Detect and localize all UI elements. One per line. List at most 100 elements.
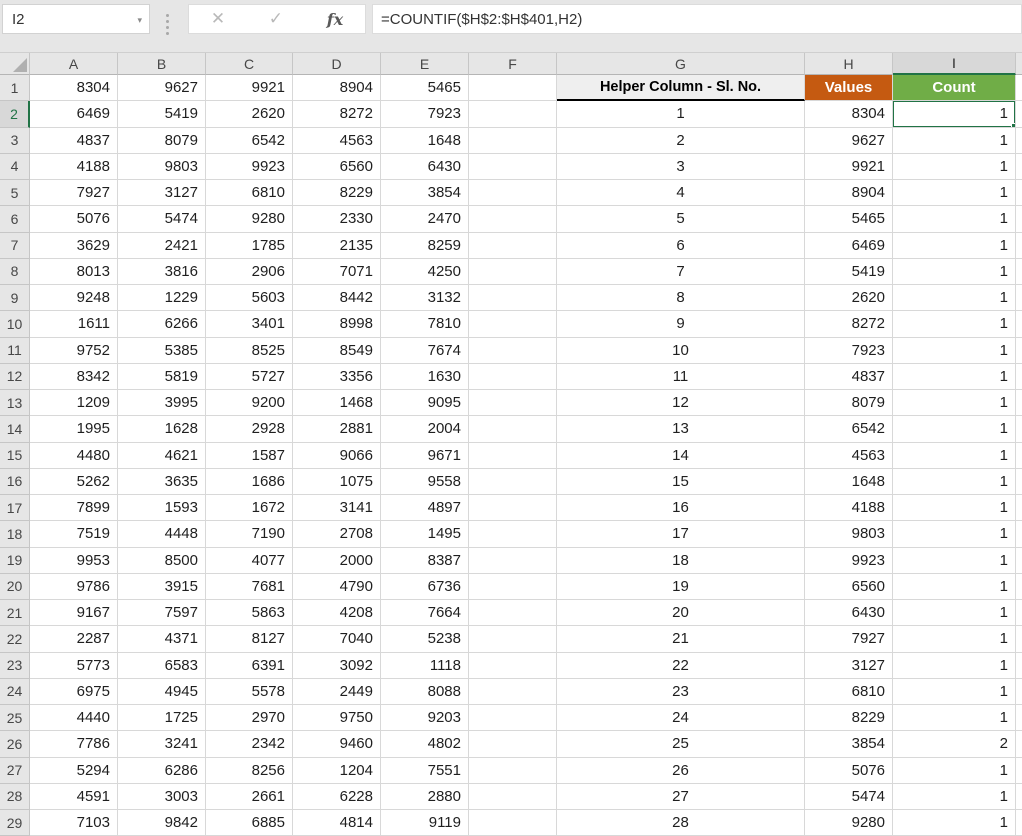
cell-D10[interactable]: 8998 bbox=[293, 311, 381, 338]
cell-D14[interactable]: 2881 bbox=[293, 416, 381, 443]
cancel-icon[interactable]: ✕ bbox=[211, 9, 225, 29]
cell-F12[interactable] bbox=[469, 363, 557, 390]
cell-I16[interactable]: 1 bbox=[893, 468, 1016, 495]
cell-H16[interactable]: 1648 bbox=[805, 468, 893, 495]
cell-F22[interactable] bbox=[469, 626, 557, 653]
cell-E12[interactable]: 1630 bbox=[381, 363, 469, 390]
col-header-H[interactable]: H bbox=[805, 53, 893, 75]
cell-A16[interactable]: 5262 bbox=[30, 468, 118, 495]
cell-G4[interactable]: 3 bbox=[557, 153, 805, 180]
cell-F28[interactable] bbox=[469, 783, 557, 810]
cell-B29[interactable]: 9842 bbox=[118, 810, 206, 836]
cell-G17[interactable]: 16 bbox=[557, 495, 805, 522]
cell-A24[interactable]: 6975 bbox=[30, 678, 118, 705]
cell-B16[interactable]: 3635 bbox=[118, 468, 206, 495]
cell-B22[interactable]: 4371 bbox=[118, 626, 206, 653]
cell-F10[interactable] bbox=[469, 311, 557, 338]
row-header-21[interactable]: 21 bbox=[0, 600, 30, 627]
cell-E27[interactable]: 7551 bbox=[381, 757, 469, 784]
cell-F20[interactable] bbox=[469, 573, 557, 600]
cell-I13[interactable]: 1 bbox=[893, 390, 1016, 417]
cell-H25[interactable]: 8229 bbox=[805, 705, 893, 732]
cell-D2[interactable]: 8272 bbox=[293, 101, 381, 128]
cell-I7[interactable]: 1 bbox=[893, 232, 1016, 259]
cell-H2[interactable]: 8304 bbox=[805, 101, 893, 128]
cell-E7[interactable]: 8259 bbox=[381, 232, 469, 259]
cell-G3[interactable]: 2 bbox=[557, 127, 805, 154]
row-header-24[interactable]: 24 bbox=[0, 678, 30, 705]
col-header-G[interactable]: G bbox=[557, 53, 805, 75]
cell-E24[interactable]: 8088 bbox=[381, 678, 469, 705]
cell-I19[interactable]: 1 bbox=[893, 547, 1016, 574]
row-header-1[interactable]: 1 bbox=[0, 75, 30, 102]
cell-H7[interactable]: 6469 bbox=[805, 232, 893, 259]
row-header-22[interactable]: 22 bbox=[0, 626, 30, 653]
cell-H24[interactable]: 6810 bbox=[805, 678, 893, 705]
cell-B23[interactable]: 6583 bbox=[118, 652, 206, 679]
cell-F29[interactable] bbox=[469, 810, 557, 836]
cell-A28[interactable]: 4591 bbox=[30, 783, 118, 810]
cell-A23[interactable]: 5773 bbox=[30, 652, 118, 679]
cell-F4[interactable] bbox=[469, 153, 557, 180]
cell-A5[interactable]: 7927 bbox=[30, 180, 118, 207]
cell-A13[interactable]: 1209 bbox=[30, 390, 118, 417]
cell-A22[interactable]: 2287 bbox=[30, 626, 118, 653]
cell-E25[interactable]: 9203 bbox=[381, 705, 469, 732]
cell-A6[interactable]: 5076 bbox=[30, 206, 118, 233]
cell-H27[interactable]: 5076 bbox=[805, 757, 893, 784]
cell-D17[interactable]: 3141 bbox=[293, 495, 381, 522]
cell-H22[interactable]: 7927 bbox=[805, 626, 893, 653]
enter-icon[interactable]: ✓ bbox=[269, 9, 283, 29]
cell-C1[interactable]: 9921 bbox=[206, 75, 293, 102]
cell-F19[interactable] bbox=[469, 547, 557, 574]
cell-E13[interactable]: 9095 bbox=[381, 390, 469, 417]
cell-H17[interactable]: 4188 bbox=[805, 495, 893, 522]
col-header-I[interactable]: I bbox=[893, 53, 1016, 75]
name-box-dropdown-icon[interactable]: ▾ bbox=[137, 15, 142, 26]
formula-input[interactable]: =COUNTIF($H$2:$H$401,H2) bbox=[372, 4, 1022, 34]
cell-B4[interactable]: 9803 bbox=[118, 153, 206, 180]
col-header-A[interactable]: A bbox=[30, 53, 118, 75]
col-header-D[interactable]: D bbox=[293, 53, 381, 75]
cell-D20[interactable]: 4790 bbox=[293, 573, 381, 600]
cell-D7[interactable]: 2135 bbox=[293, 232, 381, 259]
cell-G13[interactable]: 12 bbox=[557, 390, 805, 417]
cell-H21[interactable]: 6430 bbox=[805, 600, 893, 627]
cell-A25[interactable]: 4440 bbox=[30, 705, 118, 732]
cell-B3[interactable]: 8079 bbox=[118, 127, 206, 154]
cell-F14[interactable] bbox=[469, 416, 557, 443]
cell-G20[interactable]: 19 bbox=[557, 573, 805, 600]
cell-E28[interactable]: 2880 bbox=[381, 783, 469, 810]
cell-A8[interactable]: 8013 bbox=[30, 258, 118, 285]
cell-B2[interactable]: 5419 bbox=[118, 101, 206, 128]
cell-A20[interactable]: 9786 bbox=[30, 573, 118, 600]
cell-C8[interactable]: 2906 bbox=[206, 258, 293, 285]
row-header-4[interactable]: 4 bbox=[0, 153, 30, 180]
cell-F11[interactable] bbox=[469, 337, 557, 364]
cell-C18[interactable]: 7190 bbox=[206, 521, 293, 548]
cell-E22[interactable]: 5238 bbox=[381, 626, 469, 653]
cell-I20[interactable]: 1 bbox=[893, 573, 1016, 600]
cell-H28[interactable]: 5474 bbox=[805, 783, 893, 810]
cell-H9[interactable]: 2620 bbox=[805, 285, 893, 312]
cell-A27[interactable]: 5294 bbox=[30, 757, 118, 784]
cell-G2[interactable]: 1 bbox=[557, 101, 805, 128]
cell-D1[interactable]: 8904 bbox=[293, 75, 381, 102]
cell-F1[interactable] bbox=[469, 75, 557, 102]
cell-C11[interactable]: 8525 bbox=[206, 337, 293, 364]
cell-E10[interactable]: 7810 bbox=[381, 311, 469, 338]
cell-D28[interactable]: 6228 bbox=[293, 783, 381, 810]
cell-F9[interactable] bbox=[469, 285, 557, 312]
cell-B21[interactable]: 7597 bbox=[118, 600, 206, 627]
row-header-23[interactable]: 23 bbox=[0, 652, 30, 679]
cell-F24[interactable] bbox=[469, 678, 557, 705]
cell-G6[interactable]: 5 bbox=[557, 206, 805, 233]
cell-E19[interactable]: 8387 bbox=[381, 547, 469, 574]
cell-G7[interactable]: 6 bbox=[557, 232, 805, 259]
cell-A15[interactable]: 4480 bbox=[30, 442, 118, 469]
cell-B9[interactable]: 1229 bbox=[118, 285, 206, 312]
cell-F3[interactable] bbox=[469, 127, 557, 154]
row-header-2[interactable]: 2 bbox=[0, 101, 30, 128]
cell-D23[interactable]: 3092 bbox=[293, 652, 381, 679]
cell-F17[interactable] bbox=[469, 495, 557, 522]
